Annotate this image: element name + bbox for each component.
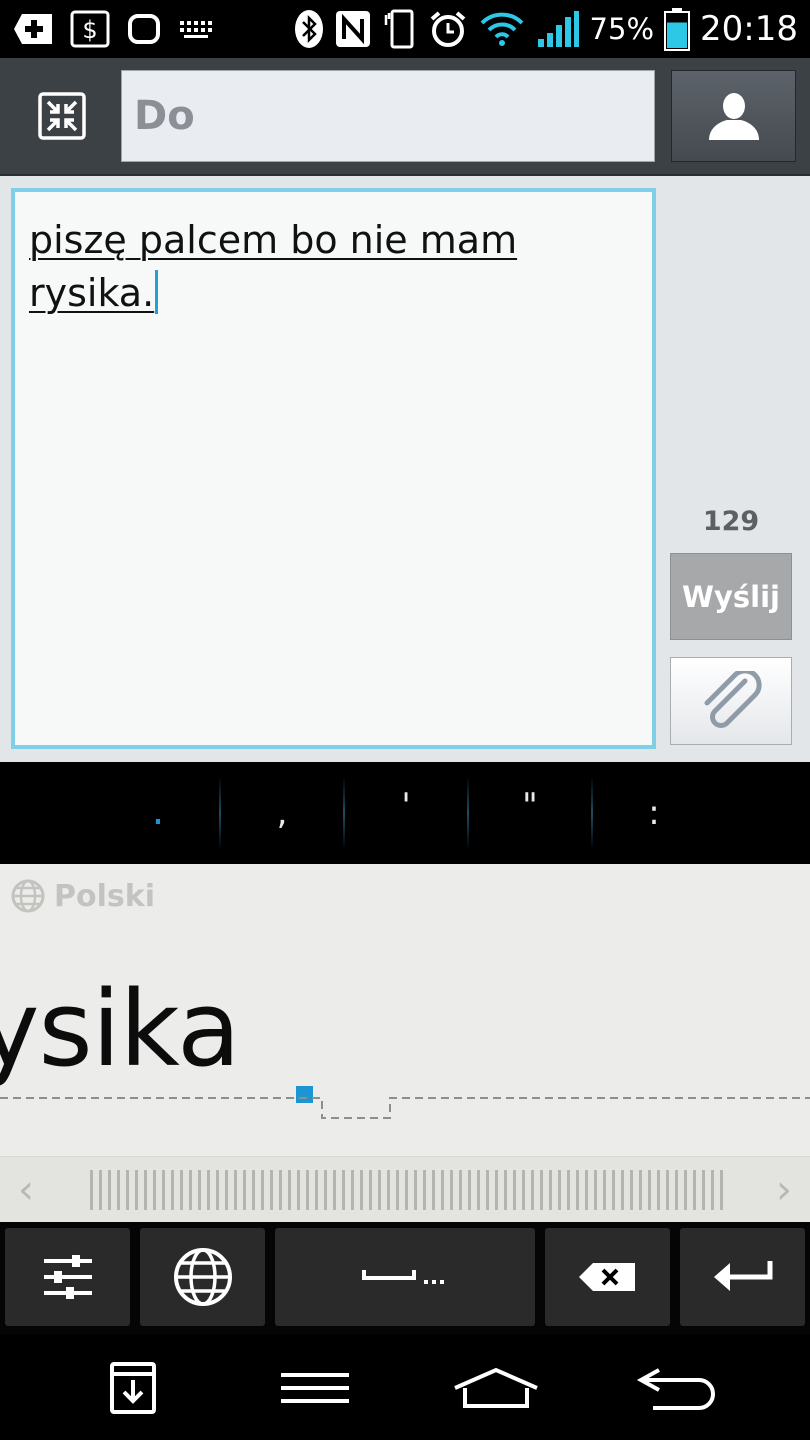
back-button[interactable] [622, 1348, 732, 1428]
writing-baseline [0, 1097, 810, 1119]
keyboard-settings-key[interactable] [5, 1228, 130, 1326]
backspace-icon [578, 1263, 635, 1291]
add-contact-button[interactable] [671, 70, 796, 162]
medical-cross-icon [12, 12, 54, 46]
scroll-right-icon[interactable]: › [776, 1167, 792, 1213]
clock-time: 20:18 [700, 9, 798, 49]
sliders-icon [43, 1255, 92, 1299]
punct-key-colon[interactable]: : [593, 762, 715, 864]
download-tray-icon [110, 1362, 156, 1414]
send-button[interactable]: Wyślij [670, 553, 792, 640]
character-counter: 129 [702, 506, 760, 537]
handwriting-scroll-strip[interactable]: ‹ › [0, 1156, 810, 1222]
keyboard-bottom-row [0, 1222, 810, 1334]
punct-comma-label: , [276, 793, 288, 833]
attach-button[interactable] [670, 657, 792, 745]
dollar-card-icon: $ [70, 10, 110, 48]
wifi-icon [478, 11, 526, 47]
language-label: Polski [54, 878, 155, 914]
recipient-input[interactable] [122, 71, 654, 161]
message-text: piszę palcem bo nie mam rysika. [29, 218, 518, 315]
handwriting-preview: ysika [0, 968, 241, 1090]
punct-key-quote[interactable]: " [469, 762, 591, 864]
punct-key-apostrophe[interactable]: ' [345, 762, 467, 864]
battery-fill [667, 22, 688, 48]
enter-arrow-icon [713, 1261, 772, 1291]
contact-person-icon [708, 93, 759, 140]
navigation-bar [0, 1334, 810, 1440]
globe-icon [11, 879, 45, 913]
compose-header [0, 58, 810, 176]
punct-period-label: . [151, 788, 165, 834]
globe-icon [173, 1248, 232, 1306]
vibrate-icon [382, 7, 418, 51]
menu-lines-icon [281, 1373, 349, 1403]
notification-tray-button[interactable] [78, 1348, 188, 1428]
enter-key[interactable] [680, 1228, 805, 1326]
collapse-button[interactable] [22, 76, 102, 156]
punct-colon-label: : [648, 793, 660, 833]
home-icon [454, 1367, 538, 1408]
nfc-icon [334, 9, 372, 49]
punct-key-period[interactable]: . [97, 762, 219, 864]
paperclip-icon [704, 671, 762, 728]
battery-percent: 75% [589, 12, 655, 46]
punct-apostrophe-label: ' [401, 786, 411, 826]
alarm-clock-icon [428, 9, 468, 49]
message-input[interactable]: piszę palcem bo nie mam rysika. [11, 188, 656, 749]
svg-text:$: $ [82, 16, 97, 44]
text-cursor [155, 270, 159, 314]
space-bar-icon [362, 1270, 444, 1284]
battery-icon [664, 7, 691, 51]
language-indicator: Polski [10, 878, 155, 914]
punct-quote-label: " [522, 786, 538, 826]
compose-area: piszę palcem bo nie mam rysika. 129 Wyśl… [0, 176, 810, 762]
recipient-field[interactable] [121, 70, 655, 162]
menu-button[interactable] [260, 1348, 370, 1428]
space-key[interactable] [275, 1228, 535, 1326]
handwriting-area[interactable]: Polski ysika [0, 864, 810, 1156]
keyboard-icon [178, 18, 214, 40]
language-switch-key[interactable] [140, 1228, 265, 1326]
collapse-arrows-icon [38, 92, 86, 140]
scroll-left-icon[interactable]: ‹ [18, 1167, 34, 1213]
punctuation-bar: . , ' " : [0, 762, 810, 864]
back-arrow-icon [636, 1368, 715, 1410]
signal-strength-icon [536, 9, 580, 49]
bluetooth-icon [294, 9, 324, 49]
scroll-track[interactable] [90, 1170, 726, 1210]
punct-key-comma[interactable]: , [221, 762, 343, 864]
status-bar: $ 75% 20:18 [0, 0, 810, 58]
home-button[interactable] [441, 1348, 551, 1428]
smartwatch-icon [126, 10, 162, 48]
backspace-key[interactable] [545, 1228, 670, 1326]
